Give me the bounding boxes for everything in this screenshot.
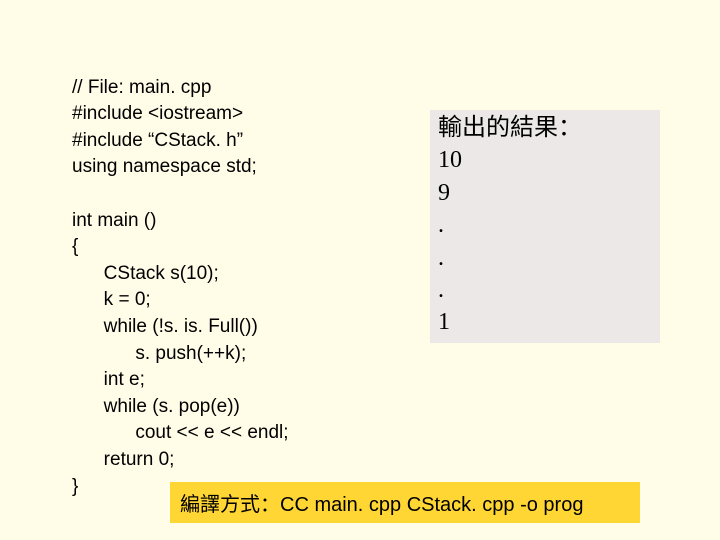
code-line: cout << e << endl; (72, 422, 289, 443)
code-line: while (s. pop(e)) (72, 396, 240, 417)
compile-command-bar: 編譯方式：CC main. cpp CStack. cpp -o prog (170, 482, 640, 523)
source-code-block: // File: main. cpp #include <iostream> #… (72, 48, 289, 500)
code-line: CStack s(10); (72, 263, 219, 284)
output-line: 10 (438, 144, 652, 176)
code-line: // File: main. cpp (72, 77, 211, 98)
output-result-box: 輸出的結果： 10 9 . . . 1 (430, 110, 660, 343)
code-line: int e; (72, 369, 145, 390)
output-line: . (438, 242, 652, 274)
output-line: . (438, 209, 652, 241)
code-line: s. push(++k); (72, 343, 246, 364)
code-line: while (!s. is. Full()) (72, 316, 258, 337)
compile-command-text: 編譯方式：CC main. cpp CStack. cpp -o prog (180, 494, 583, 516)
code-line: #include “CStack. h” (72, 130, 243, 151)
output-title: 輸出的結果： (438, 112, 652, 144)
code-line: using namespace std; (72, 156, 257, 177)
code-line: } (72, 476, 78, 497)
code-line: return 0; (72, 449, 174, 470)
code-line: #include <iostream> (72, 103, 243, 124)
code-line: k = 0; (72, 289, 151, 310)
output-line: 9 (438, 177, 652, 209)
code-line: int main () (72, 210, 156, 231)
output-line: 1 (438, 306, 652, 338)
output-line: . (438, 274, 652, 306)
code-line: { (72, 236, 78, 257)
